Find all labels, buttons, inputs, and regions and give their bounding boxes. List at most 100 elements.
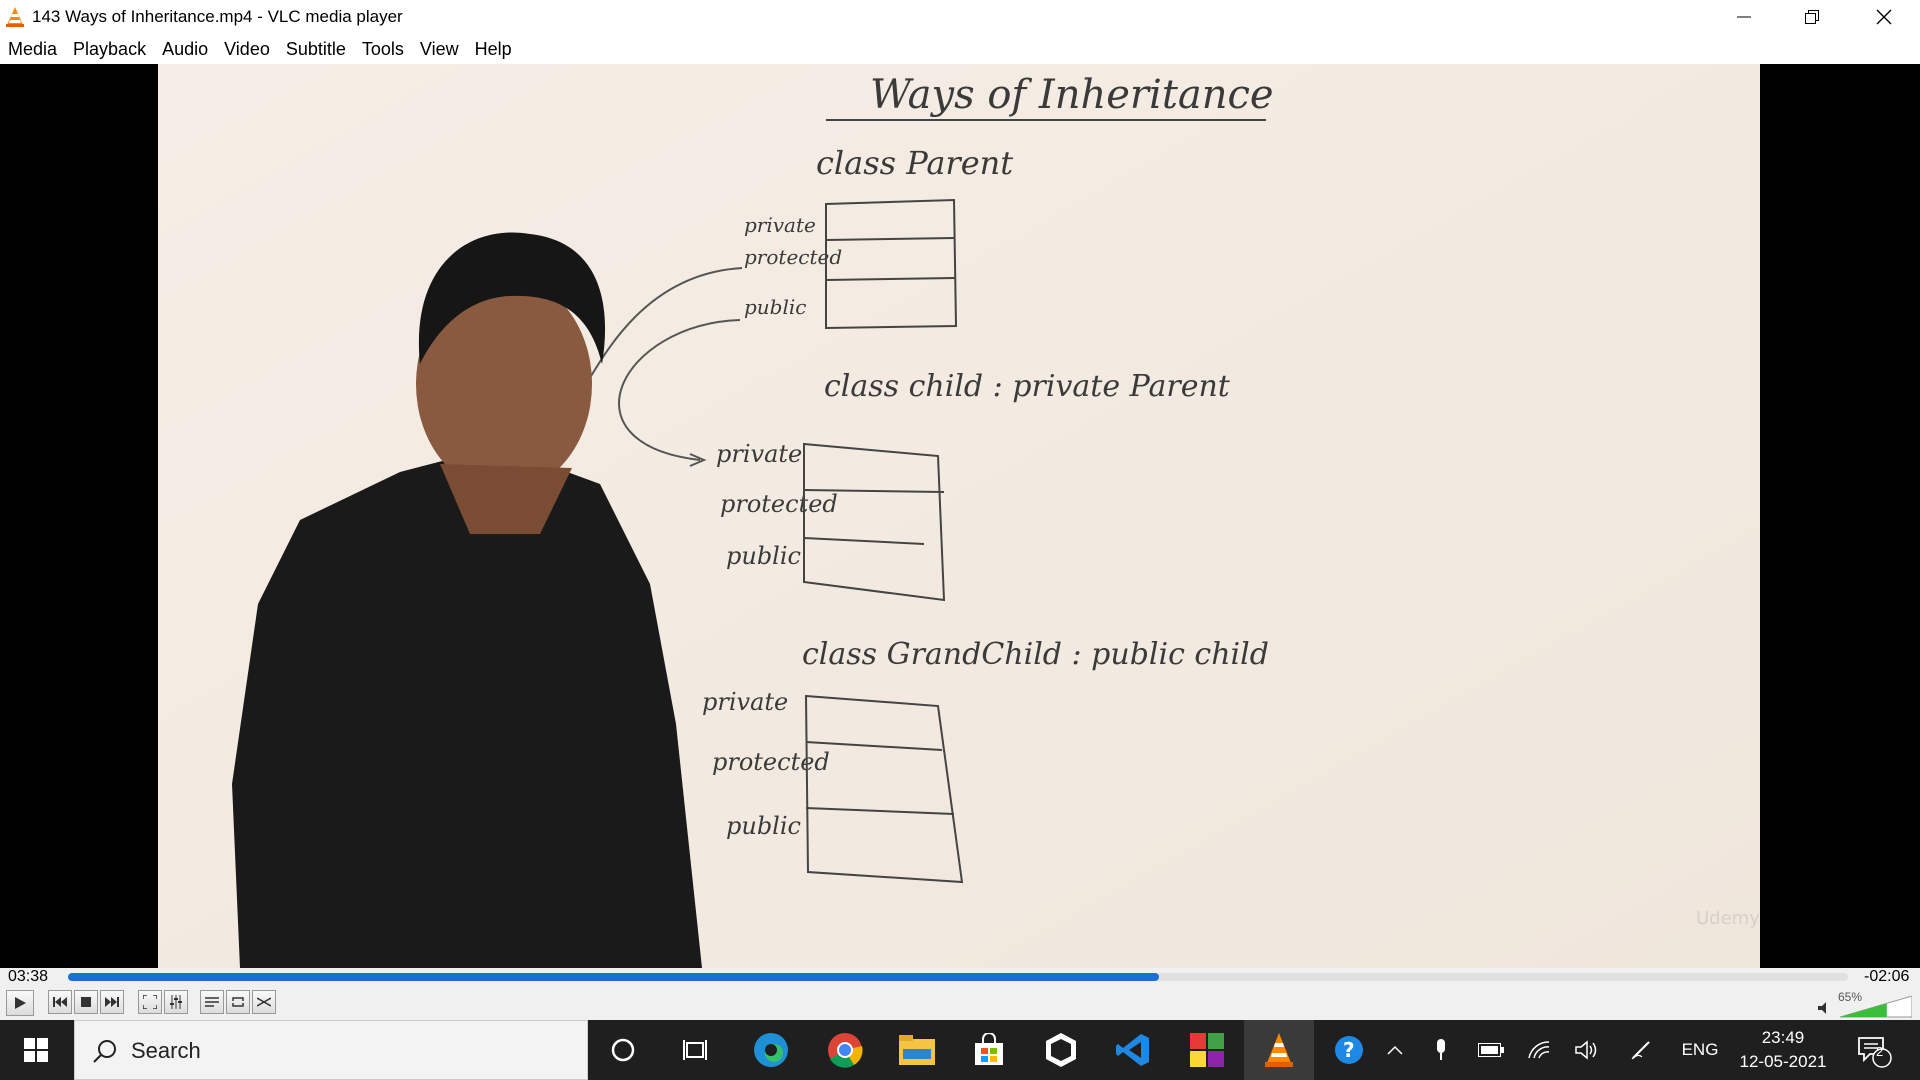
file-explorer-button[interactable]	[882, 1020, 952, 1080]
minimize-icon	[1737, 16, 1751, 18]
battery-icon	[1478, 1043, 1504, 1057]
board-label: private	[716, 440, 802, 468]
vlc-cone-icon	[1265, 1033, 1293, 1067]
seek-progress	[68, 973, 1160, 981]
remaining-time: -02:06	[1864, 968, 1910, 985]
notifications-button[interactable]: 2	[1852, 1020, 1896, 1080]
player-controls: 65%	[0, 986, 1920, 1020]
speaker-icon	[1575, 1040, 1597, 1060]
task-view-icon	[683, 1040, 707, 1060]
clock-date: 12-05-2021	[1739, 1052, 1827, 1071]
help-icon: ?	[1335, 1036, 1363, 1064]
vscode-button[interactable]	[1098, 1020, 1168, 1080]
fullscreen-button[interactable]	[138, 990, 162, 1014]
start-button[interactable]	[0, 1020, 72, 1080]
next-icon	[105, 997, 119, 1007]
taskbar: Search ? ENG 23:49 12-05-2021 2	[0, 1020, 1920, 1080]
menu-audio[interactable]: Audio	[154, 39, 216, 60]
board-class-child: class child : private Parent	[824, 369, 1231, 404]
wifi-tray-button[interactable]	[1522, 1020, 1556, 1080]
restore-button[interactable]	[1778, 0, 1846, 34]
search-icon	[93, 1040, 116, 1063]
board-label: public	[744, 295, 806, 319]
video-area[interactable]: Ways of Inheritance class Parent class c…	[0, 64, 1920, 968]
pen-tray-button[interactable]	[1624, 1020, 1658, 1080]
vlc-cone-icon	[6, 7, 24, 27]
menu-playback[interactable]: Playback	[65, 39, 154, 60]
restore-icon	[1805, 10, 1819, 24]
show-hidden-icons-button[interactable]	[1380, 1020, 1410, 1080]
board-class-parent: class Parent	[816, 144, 1013, 182]
minimize-button[interactable]	[1710, 0, 1778, 34]
equalizer-icon	[170, 995, 182, 1009]
chrome-button[interactable]	[810, 1020, 880, 1080]
seek-row: 03:38 -02:06	[0, 968, 1920, 986]
shuffle-icon	[257, 997, 271, 1007]
menu-help[interactable]: Help	[467, 39, 520, 60]
taskbar-clock[interactable]: 23:49 12-05-2021	[1718, 1026, 1848, 1074]
previous-icon	[53, 997, 67, 1007]
board-label: private	[744, 213, 816, 237]
store-bag-icon	[975, 1033, 1003, 1065]
playlist-button[interactable]	[200, 990, 224, 1014]
playlist-icon	[205, 997, 219, 1007]
notification-count: 2	[1876, 1044, 1884, 1059]
cortana-button[interactable]	[588, 1020, 658, 1080]
fullscreen-icon	[143, 995, 157, 1009]
menu-media[interactable]: Media	[0, 39, 65, 60]
chrome-icon	[828, 1033, 863, 1068]
close-button[interactable]	[1850, 0, 1918, 34]
menu-view[interactable]: View	[412, 39, 467, 60]
board-heading: Ways of Inheritance	[870, 72, 1274, 118]
store-button[interactable]	[954, 1020, 1024, 1080]
board-label: protected	[720, 490, 838, 518]
cortana-icon	[611, 1038, 635, 1062]
task-view-button[interactable]	[660, 1020, 730, 1080]
folder-icon	[899, 1035, 935, 1065]
colored-tiles-icon	[1190, 1033, 1224, 1067]
pen-icon	[1631, 1041, 1650, 1060]
edge-button[interactable]	[736, 1020, 806, 1080]
udemy-watermark: Udemy	[1696, 908, 1760, 929]
next-button[interactable]	[100, 990, 124, 1014]
video-frame: Ways of Inheritance class Parent class c…	[158, 64, 1760, 968]
play-button[interactable]	[6, 990, 34, 1016]
svg-text:?: ?	[1343, 1038, 1355, 1062]
loop-button[interactable]	[226, 990, 250, 1014]
volume-tray-button[interactable]	[1570, 1020, 1604, 1080]
loop-icon	[232, 997, 244, 1007]
vlc-taskbar-button[interactable]	[1244, 1020, 1314, 1080]
extended-settings-button[interactable]	[164, 990, 188, 1014]
stop-icon	[81, 997, 91, 1007]
notification-icon	[1858, 1037, 1892, 1068]
taskbar-search-input[interactable]: Search	[74, 1020, 588, 1080]
window-title: 143 Ways of Inheritance.mp4 - VLC media …	[32, 7, 403, 26]
chevron-up-icon	[1387, 1045, 1403, 1055]
shuffle-button[interactable]	[252, 990, 276, 1014]
windows-logo-icon	[24, 1038, 48, 1062]
seek-slider[interactable]	[68, 973, 1848, 981]
close-icon	[1876, 9, 1892, 25]
menu-tools[interactable]: Tools	[354, 39, 412, 60]
menu-bar: Media Playback Audio Video Subtitle Tool…	[0, 34, 1920, 64]
battery-tray-button[interactable]	[1474, 1020, 1508, 1080]
search-placeholder: Search	[131, 1038, 201, 1063]
app-tiles-button[interactable]	[1172, 1020, 1242, 1080]
menu-subtitle[interactable]: Subtitle	[278, 39, 354, 60]
help-tray-button[interactable]: ?	[1330, 1020, 1368, 1080]
clock-time: 23:49	[1761, 1028, 1805, 1047]
title-bar: 143 Ways of Inheritance.mp4 - VLC media …	[0, 0, 1920, 34]
volume-control[interactable]: 65%	[1818, 990, 1914, 1018]
board-label: private	[702, 688, 788, 716]
previous-button[interactable]	[48, 990, 72, 1014]
wifi-icon	[1528, 1041, 1550, 1059]
edge-icon	[754, 1033, 788, 1067]
microphone-tray-button[interactable]	[1426, 1020, 1456, 1080]
play-icon	[15, 997, 26, 1009]
volume-slider[interactable]	[1840, 996, 1912, 1018]
menu-video[interactable]: Video	[216, 39, 278, 60]
stop-button[interactable]	[74, 990, 98, 1014]
vscode-icon	[1116, 1034, 1149, 1066]
microphone-icon	[1437, 1039, 1445, 1060]
app-button[interactable]	[1026, 1020, 1096, 1080]
